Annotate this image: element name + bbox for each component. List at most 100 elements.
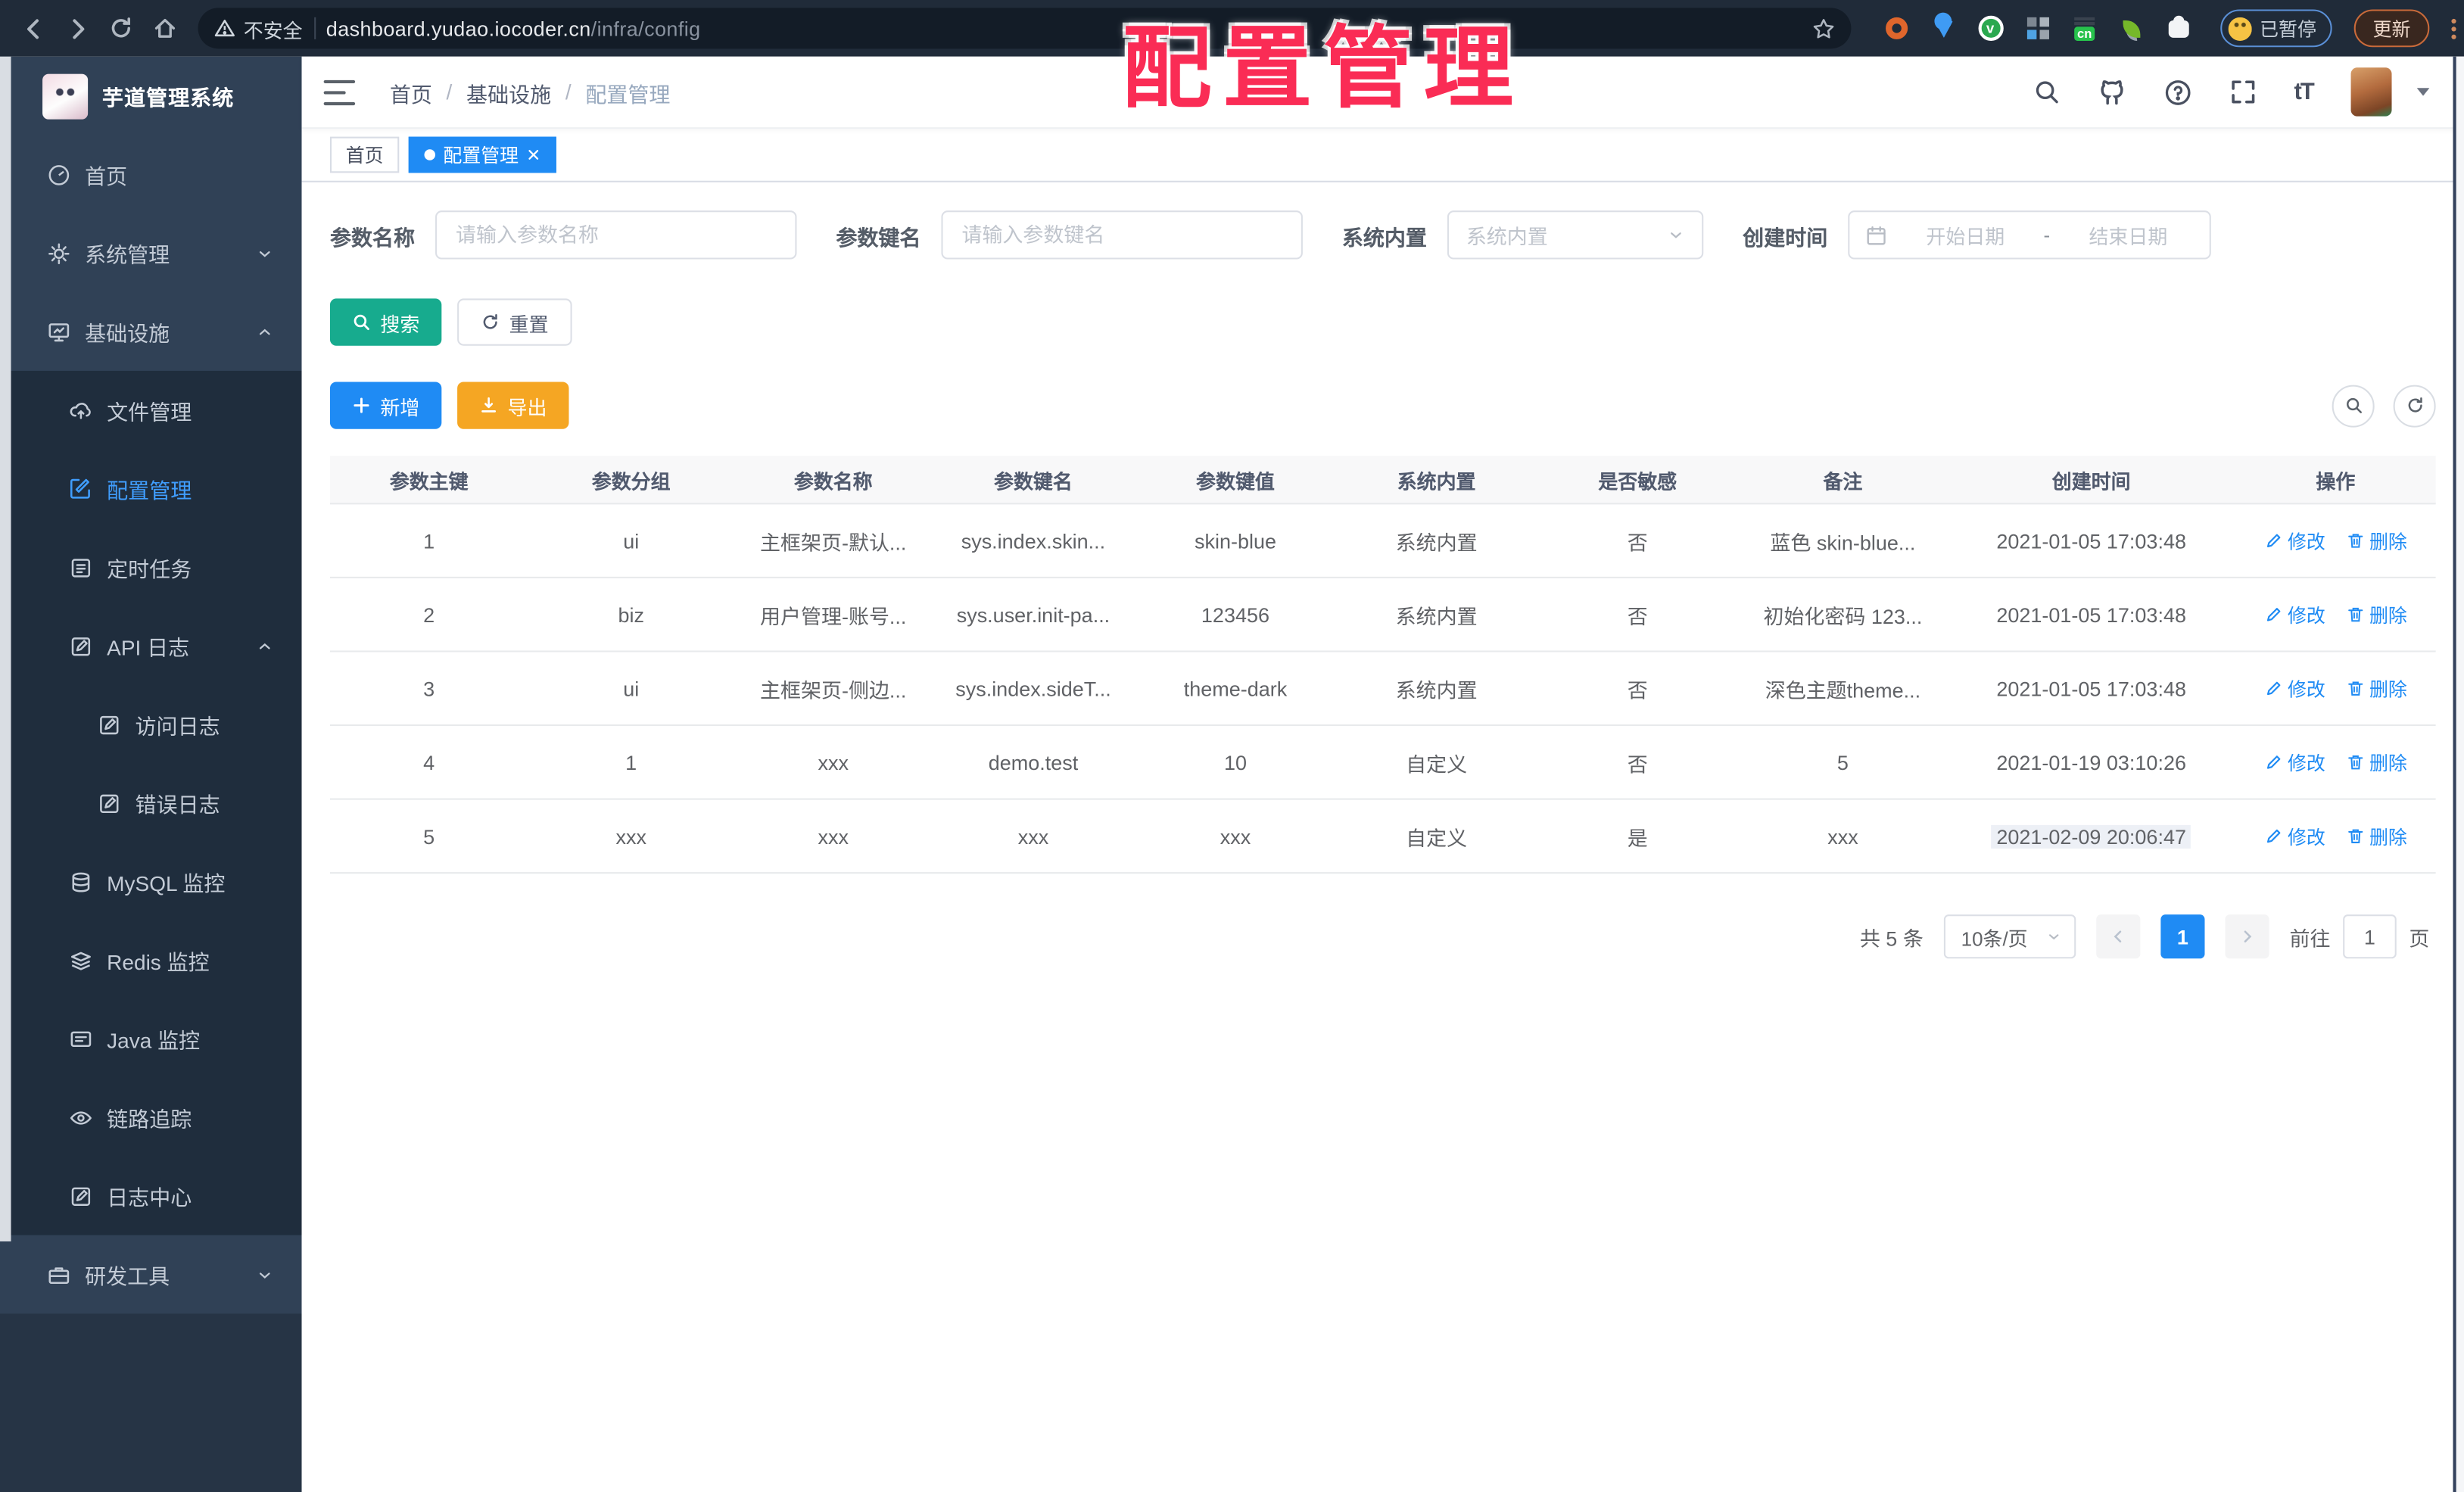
search-button[interactable]: 搜索 bbox=[329, 298, 442, 346]
sidebar-item-trace[interactable]: 链路追踪 bbox=[0, 1078, 302, 1157]
row-edit-button[interactable]: 修改 bbox=[2264, 675, 2325, 702]
table-cell: 是 bbox=[1627, 825, 1648, 850]
page-size-select[interactable]: 10条/页 bbox=[1943, 914, 2076, 959]
sidebar-item-dev-tools[interactable]: 研发工具 bbox=[0, 1235, 302, 1314]
row-delete-button[interactable]: 删除 bbox=[2346, 749, 2407, 775]
screen: 配置管理 不安全 dashboard.yudao.iocoder.cn/infr… bbox=[0, 0, 2464, 1492]
table-cell: 123456 bbox=[1201, 603, 1270, 627]
next-page-button[interactable] bbox=[2225, 914, 2269, 959]
prev-page-button[interactable] bbox=[2096, 914, 2141, 959]
table-row: 5 xxx xxx xxx xxx 自定义是 xxx 2021-02-09 20:06:47 修… bbox=[329, 800, 2436, 874]
reload-icon[interactable] bbox=[104, 11, 139, 46]
current-page-button[interactable]: 1 bbox=[2160, 914, 2205, 959]
app-logo-row[interactable]: 芋道管理系统 bbox=[0, 57, 302, 135]
row-edit-button[interactable]: 修改 bbox=[2264, 749, 2325, 775]
sidebar-item-scheduled-tasks[interactable]: 定时任务 bbox=[0, 528, 302, 607]
sidebar-item-error-log[interactable]: 错误日志 bbox=[0, 764, 302, 843]
sidebar-item-mysql-monitor[interactable]: MySQL 监控 bbox=[0, 843, 302, 921]
table-cell: 系统内置 bbox=[1395, 677, 1478, 702]
reset-button[interactable]: 重置 bbox=[457, 298, 572, 346]
table-cell: xxx bbox=[818, 750, 849, 774]
tab-config-manage[interactable]: 配置管理 bbox=[408, 136, 556, 173]
table-cell-actions: 修改 删除 bbox=[2235, 749, 2435, 775]
extension-icon-donut[interactable] bbox=[1883, 15, 1909, 42]
table-cell: 1 bbox=[423, 528, 435, 553]
extension-icon-leaf[interactable] bbox=[2118, 15, 2145, 42]
font-size-icon[interactable]: tT bbox=[2294, 79, 2314, 105]
row-delete-button[interactable]: 删除 bbox=[2346, 601, 2407, 628]
home-icon[interactable] bbox=[148, 11, 182, 46]
paused-badge[interactable]: 已暂停 bbox=[2220, 9, 2332, 48]
extension-icon-grid[interactable] bbox=[2024, 15, 2051, 42]
search-icon[interactable] bbox=[2033, 79, 2060, 105]
goto-page-input[interactable] bbox=[2343, 914, 2397, 959]
row-delete-button[interactable]: 删除 bbox=[2346, 527, 2407, 553]
export-button[interactable]: 导出 bbox=[457, 382, 569, 429]
log-icon bbox=[96, 712, 121, 736]
calendar-icon bbox=[1865, 224, 1887, 246]
sidebar-item-access-log[interactable]: 访问日志 bbox=[0, 685, 302, 764]
extension-icon-check[interactable]: v bbox=[1976, 15, 2003, 42]
table-cell: 初始化密码 123... bbox=[1763, 604, 1923, 628]
breadcrumb-home[interactable]: 首页 bbox=[390, 76, 432, 108]
param-name-input[interactable] bbox=[435, 210, 797, 260]
row-delete-button[interactable]: 删除 bbox=[2346, 823, 2407, 849]
forward-icon[interactable] bbox=[60, 11, 95, 46]
update-button[interactable]: 更新 bbox=[2353, 9, 2430, 48]
tab-home[interactable]: 首页 bbox=[329, 136, 400, 173]
sidebar-item-config-manage[interactable]: 配置管理 bbox=[0, 450, 302, 528]
table-cell: sys.user.init-pa... bbox=[956, 603, 1111, 627]
date-end[interactable]: 结束日期 bbox=[2063, 220, 2194, 250]
tab-close-icon[interactable] bbox=[526, 148, 540, 162]
sidebar-toggle-icon[interactable] bbox=[323, 79, 356, 105]
address-bar[interactable]: 不安全 dashboard.yudao.iocoder.cn/infra/con… bbox=[198, 8, 1852, 49]
browser-menu-icon[interactable] bbox=[2451, 17, 2456, 39]
date-range-picker[interactable]: 开始日期 - 结束日期 bbox=[1848, 210, 2211, 260]
sidebar-item-api-log[interactable]: API 日志 bbox=[0, 606, 302, 685]
extension-icon-pin[interactable] bbox=[1930, 15, 1956, 42]
fullscreen-icon[interactable] bbox=[2229, 79, 2256, 105]
table-cell: 主框架页-默认... bbox=[760, 530, 907, 554]
extension-icon-translate[interactable]: cn bbox=[2071, 15, 2098, 42]
user-menu-caret-icon[interactable] bbox=[2416, 88, 2430, 96]
refresh-button[interactable] bbox=[2393, 384, 2436, 427]
user-avatar[interactable] bbox=[2350, 67, 2392, 117]
table-cell: 自定义 bbox=[1406, 825, 1468, 850]
table-cell: biz bbox=[618, 603, 644, 627]
scrollbar[interactable] bbox=[2453, 56, 2464, 1492]
sidebar-item-file-manage[interactable]: 文件管理 bbox=[0, 371, 302, 450]
breadcrumb-infra[interactable]: 基础设施 bbox=[466, 76, 551, 108]
help-icon[interactable] bbox=[2163, 78, 2191, 106]
sidebar-submenu-infra: 文件管理 配置管理 定时任务 API 日志 访问日志 错误日志 MySQL 监控… bbox=[0, 370, 302, 1235]
tab-active-dot bbox=[424, 149, 436, 160]
row-delete-button[interactable]: 删除 bbox=[2346, 675, 2407, 702]
sidebar-item-log-center[interactable]: 日志中心 bbox=[0, 1157, 302, 1235]
sidebar-item-redis-monitor[interactable]: Redis 监控 bbox=[0, 920, 302, 999]
extension-icon-puzzle[interactable] bbox=[2166, 15, 2192, 42]
table-cell: 10 bbox=[1223, 750, 1247, 774]
sidebar-item-java-monitor[interactable]: Java 监控 bbox=[0, 999, 302, 1078]
table-cell: 2 bbox=[423, 603, 435, 627]
sidebar-item-infra[interactable]: 基础设施 bbox=[0, 292, 302, 371]
back-icon[interactable] bbox=[16, 11, 51, 46]
sidebar-item-system[interactable]: 系统管理 bbox=[0, 213, 302, 292]
table-cell: 蓝色 skin-blue... bbox=[1770, 530, 1916, 554]
log-icon bbox=[67, 1184, 92, 1207]
config-table: 参数主键 参数分组 参数名称 参数键名 参数键值 系统内置 是否敏感 备注 创建… bbox=[329, 456, 2436, 874]
row-edit-button[interactable]: 修改 bbox=[2264, 527, 2325, 553]
row-edit-button[interactable]: 修改 bbox=[2264, 823, 2325, 849]
date-start[interactable]: 开始日期 bbox=[1900, 220, 2031, 250]
table-cell: 否 bbox=[1627, 752, 1648, 776]
table-cell: ui bbox=[623, 676, 640, 700]
param-key-input[interactable] bbox=[941, 210, 1303, 260]
security-status[interactable]: 不安全 bbox=[213, 14, 303, 43]
bookmark-star-icon[interactable] bbox=[1812, 17, 1836, 40]
goto-label: 前往 bbox=[2289, 926, 2331, 950]
sidebar-item-home[interactable]: 首页 bbox=[0, 135, 302, 214]
github-icon[interactable] bbox=[2098, 78, 2126, 106]
builtin-select[interactable]: 系统内置 bbox=[1447, 210, 1704, 260]
add-button[interactable]: 新增 bbox=[329, 382, 442, 429]
toggle-search-button[interactable] bbox=[2332, 384, 2375, 427]
table-cell: 否 bbox=[1627, 530, 1648, 554]
row-edit-button[interactable]: 修改 bbox=[2264, 601, 2325, 628]
